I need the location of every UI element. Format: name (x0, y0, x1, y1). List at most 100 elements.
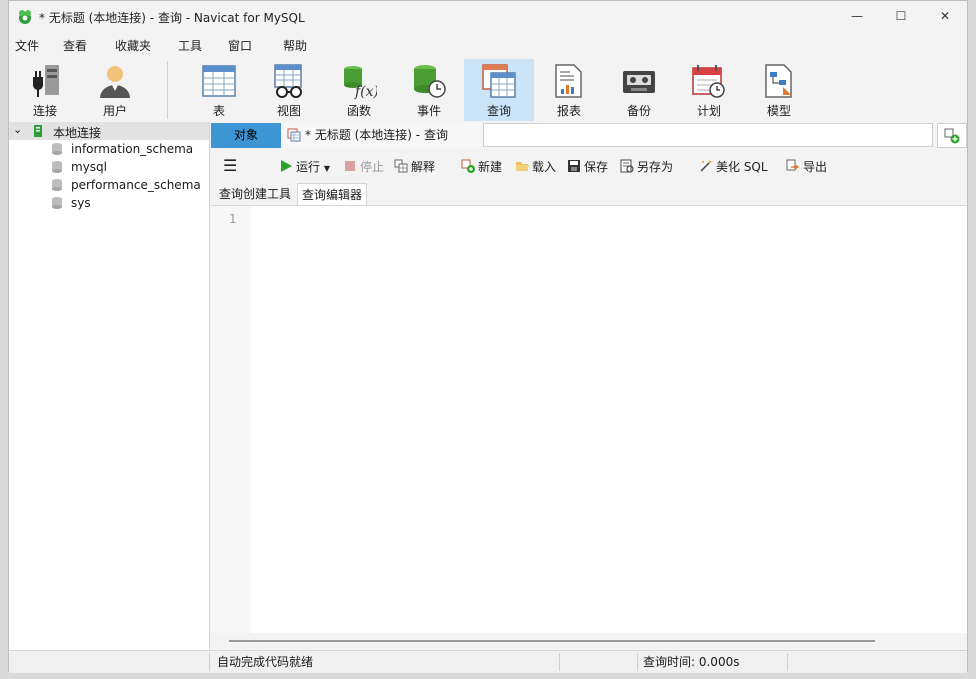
status-query-time: 查询时间: 0.000s (643, 655, 740, 669)
title-bar: * 无标题 (本地连接) - 查询 - Navicat for MySQL — … (9, 1, 967, 33)
tab-query-label: * 无标题 (本地连接) - 查询 (305, 128, 448, 142)
toolbar-connection-button[interactable]: 连接 (10, 59, 80, 121)
new-button[interactable]: 新建 (461, 158, 502, 175)
save-button[interactable]: 保存 (567, 158, 608, 175)
new-tab-button[interactable] (937, 123, 967, 148)
beautify-sql-label: 美化 SQL (716, 160, 768, 174)
toolbar-view-button[interactable]: 视图 (254, 59, 324, 121)
function-icon: f(x) (344, 66, 377, 99)
nav-db-sys[interactable]: sys (9, 194, 209, 212)
toolbar-event-label: 事件 (416, 104, 441, 118)
database-icon (52, 197, 62, 209)
line-number-gutter: 1 (211, 206, 251, 634)
table-icon (202, 65, 236, 97)
line-number: 1 (229, 212, 237, 226)
document-tabs: 对象 * 无标题 (本地连接) - 查询 (211, 122, 967, 148)
stop-button[interactable]: 停止 (343, 158, 384, 175)
chevron-down-icon[interactable]: ⌄ (13, 123, 22, 136)
toolbar-user-button[interactable]: 用户 (80, 59, 150, 121)
explain-button[interactable]: 解释 (394, 158, 435, 175)
toolbar-schedule-button[interactable]: 计划 (674, 59, 744, 121)
model-icon (765, 64, 792, 98)
toolbar-query-button[interactable]: 查询 (464, 59, 534, 121)
load-label: 载入 (532, 160, 557, 174)
toolbar-backup-label: 备份 (626, 104, 651, 118)
nav-connection-local[interactable]: ⌄ 本地连接 (9, 122, 209, 140)
toolbar-model-button[interactable]: 模型 (744, 59, 814, 121)
navicat-logo-icon (19, 10, 31, 24)
database-icon (52, 143, 62, 155)
view-glasses-icon (274, 64, 302, 98)
tab-objects[interactable]: 对象 (211, 123, 281, 148)
nav-db-information-schema[interactable]: information_schema (9, 140, 209, 158)
event-icon (414, 65, 446, 98)
menu-view[interactable]: 查看 (63, 37, 87, 54)
nav-connection-label: 本地连接 (53, 126, 102, 140)
close-icon: ✕ (939, 9, 951, 23)
tab-query-builder[interactable]: 查询创建工具 (215, 183, 295, 205)
status-divider (787, 653, 788, 671)
horizontal-scrollbar[interactable] (211, 633, 967, 649)
save-as-label: 另存为 (637, 160, 674, 174)
connection-plug-icon (33, 65, 59, 97)
schedule-calendar-icon (692, 65, 725, 98)
beautify-sql-button[interactable]: 美化 SQL (699, 158, 768, 175)
run-button[interactable]: 运行 ▼ (279, 158, 330, 175)
toolbar-view-label: 视图 (276, 104, 301, 118)
menu-favorites[interactable]: 收藏夹 (115, 37, 151, 54)
nav-db-performance-schema[interactable]: performance_schema (9, 176, 209, 194)
nav-db-label: performance_schema (71, 178, 201, 192)
toolbar-report-button[interactable]: 报表 (534, 59, 604, 121)
minimize-button[interactable]: — (835, 1, 879, 31)
menu-window[interactable]: 窗口 (228, 37, 252, 54)
folder-open-icon (516, 162, 529, 171)
toolbar-table-label: 表 (212, 104, 225, 118)
status-bar: 自动完成代码就绪 查询时间: 0.000s (9, 650, 967, 673)
hamburger-menu-icon[interactable]: ☰ (223, 156, 237, 175)
tab-query[interactable]: * 无标题 (本地连接) - 查询 (283, 123, 481, 148)
query-subtabs: 查询创建工具 查询编辑器 (211, 181, 967, 205)
save-label: 保存 (584, 160, 609, 174)
nav-db-mysql[interactable]: mysql (9, 158, 209, 176)
connection-server-icon (34, 125, 42, 137)
tab-query-editor[interactable]: 查询编辑器 (297, 183, 368, 205)
explain-icon (394, 159, 408, 173)
export-button[interactable]: 导出 (786, 158, 827, 175)
magic-wand-icon (700, 160, 712, 172)
app-window: * 无标题 (本地连接) - 查询 - Navicat for MySQL — … (8, 0, 968, 673)
maximize-icon: ☐ (895, 9, 907, 23)
menu-bar: 文件 查看 收藏夹 工具 窗口 帮助 (9, 33, 967, 57)
save-as-button[interactable]: 另存为 (620, 158, 673, 175)
chevron-down-icon[interactable]: ▼ (324, 164, 330, 173)
toolbar-table-button[interactable]: 表 (184, 59, 254, 121)
play-icon (281, 160, 292, 172)
query-toolbar: ☰ 运行 ▼ 停止 解释 新建 载入 保存 另存为 美化 SQL 导出 (211, 151, 967, 181)
stop-icon (345, 161, 355, 171)
load-button[interactable]: 载入 (515, 158, 556, 175)
minimize-icon: — (851, 9, 863, 23)
menu-tools[interactable]: 工具 (178, 37, 202, 54)
scrollbar-thumb[interactable] (229, 640, 875, 642)
maximize-button[interactable]: ☐ (879, 1, 923, 31)
toolbar-model-label: 模型 (766, 104, 791, 118)
toolbar-backup-button[interactable]: 备份 (604, 59, 674, 121)
query-icon (482, 64, 516, 98)
export-icon (786, 159, 800, 171)
toolbar-connection-label: 连接 (32, 104, 57, 118)
nav-db-label: information_schema (71, 142, 194, 156)
query-tab-icon (287, 128, 301, 142)
toolbar-function-button[interactable]: f(x) 函数 (324, 59, 394, 121)
status-message: 自动完成代码就绪 (217, 655, 314, 669)
database-icon (52, 179, 62, 191)
save-disk-icon (568, 160, 580, 172)
sql-editor[interactable]: 1 (211, 205, 967, 634)
menu-help[interactable]: 帮助 (283, 37, 307, 54)
menu-file[interactable]: 文件 (15, 37, 39, 54)
toolbar-event-button[interactable]: 事件 (394, 59, 464, 121)
close-button[interactable]: ✕ (923, 1, 967, 31)
toolbar-schedule-label: 计划 (696, 104, 721, 118)
add-tab-icon (944, 128, 960, 144)
main-toolbar: 连接 用户 表 视图 f(x) 函数 事件 查询 报表 备份 计划 模型 (9, 57, 967, 121)
toolbar-function-label: 函数 (346, 104, 371, 118)
explain-label: 解释 (411, 160, 436, 174)
